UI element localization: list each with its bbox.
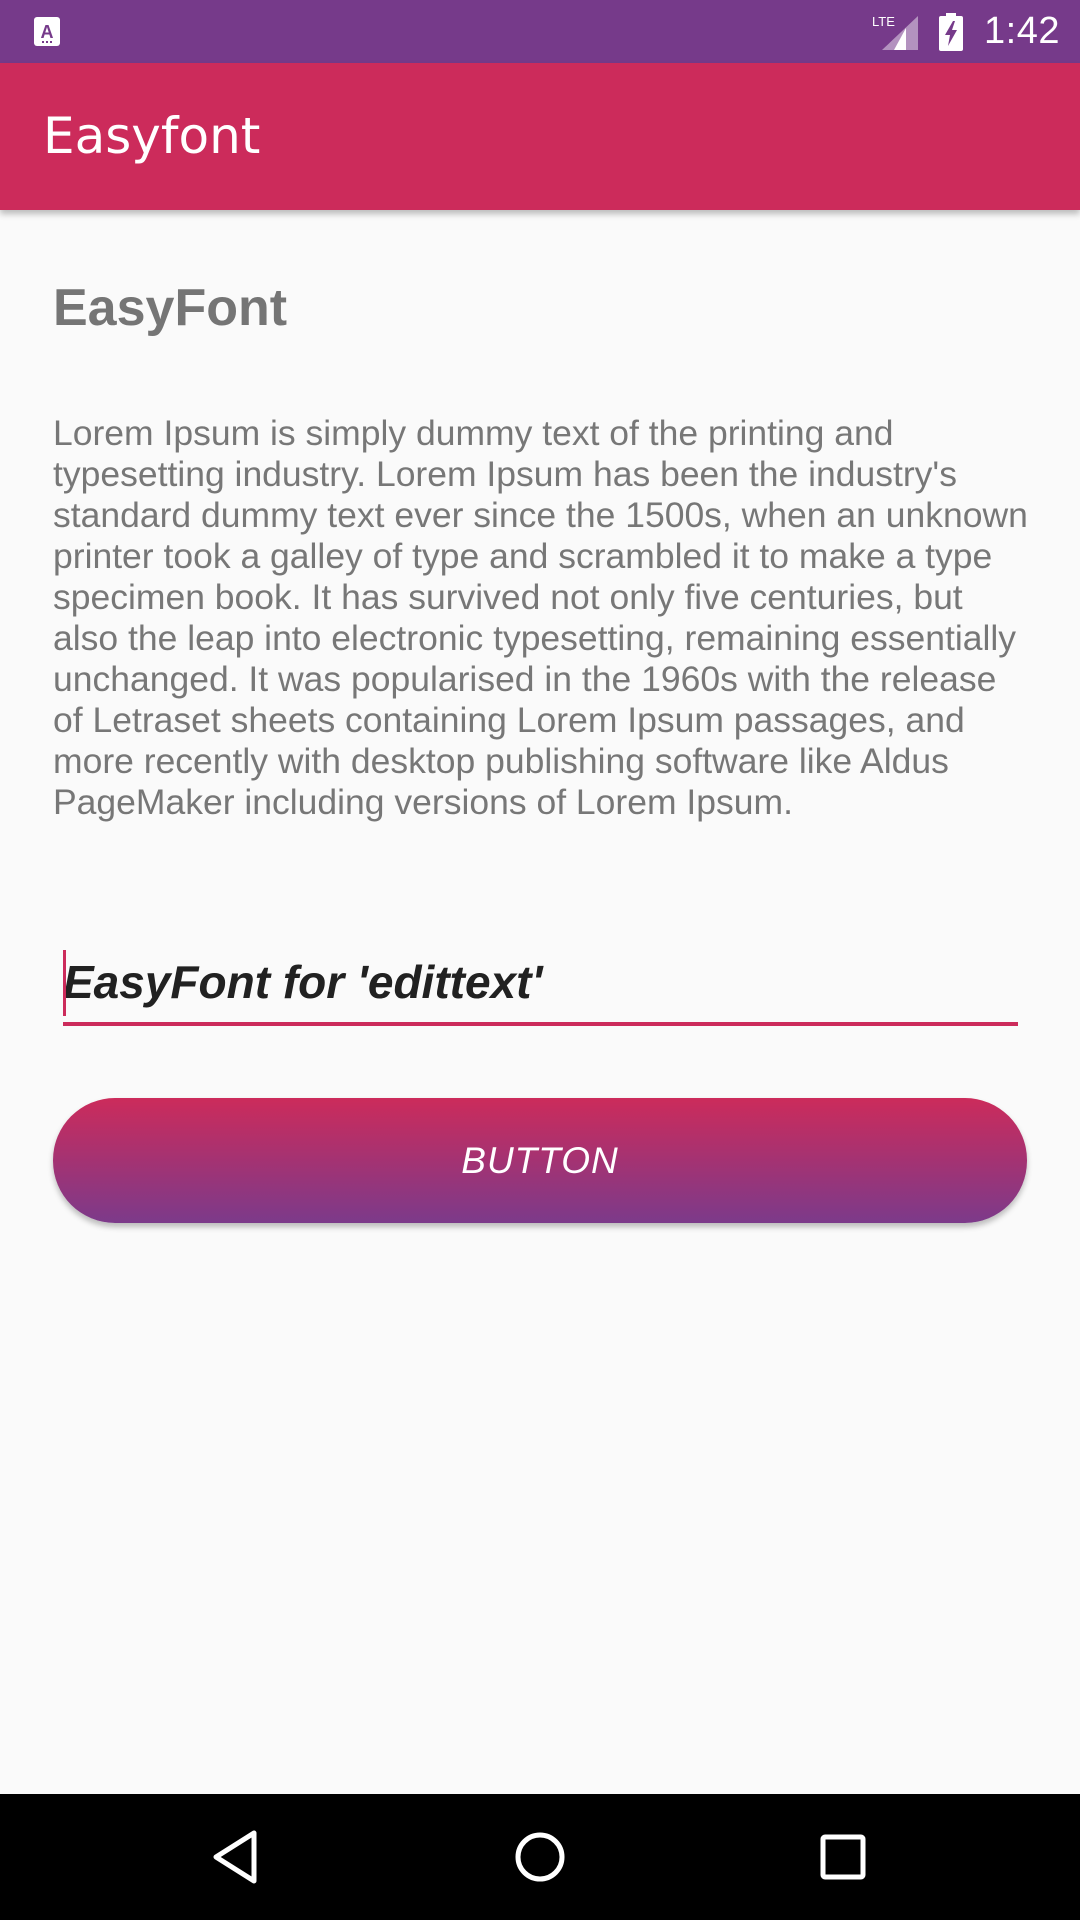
content-title: EasyFont [53, 279, 288, 337]
home-icon [515, 1832, 565, 1882]
battery-charging-icon [939, 12, 964, 51]
svg-text:A: A [41, 22, 54, 42]
lte-signal-icon: LTE [872, 14, 919, 50]
recents-button[interactable] [783, 1794, 903, 1920]
gradient-button[interactable]: BUTTON [53, 1098, 1027, 1223]
back-icon [213, 1830, 257, 1884]
app-title: Easyfont [43, 107, 261, 165]
text-a-icon: A [34, 17, 60, 46]
back-button[interactable] [175, 1794, 295, 1920]
recents-icon [820, 1834, 866, 1880]
lte-label: LTE [872, 14, 895, 29]
status-bar: A LTE 1:42 [0, 0, 1080, 63]
edit-text-field[interactable] [63, 948, 1018, 1028]
status-time: 1:42 [984, 10, 1060, 52]
status-icons: LTE 1:42 [872, 0, 1060, 63]
app-bar: Easyfont [0, 63, 1080, 210]
home-button[interactable] [480, 1794, 600, 1920]
content-body: Lorem Ipsum is simply dummy text of the … [53, 413, 1028, 822]
edit-text-underline [63, 1022, 1018, 1026]
navigation-bar [0, 1794, 1080, 1920]
text-cursor [63, 950, 66, 1016]
edit-text-input[interactable] [63, 948, 1018, 1016]
button-label: BUTTON [461, 1139, 619, 1181]
